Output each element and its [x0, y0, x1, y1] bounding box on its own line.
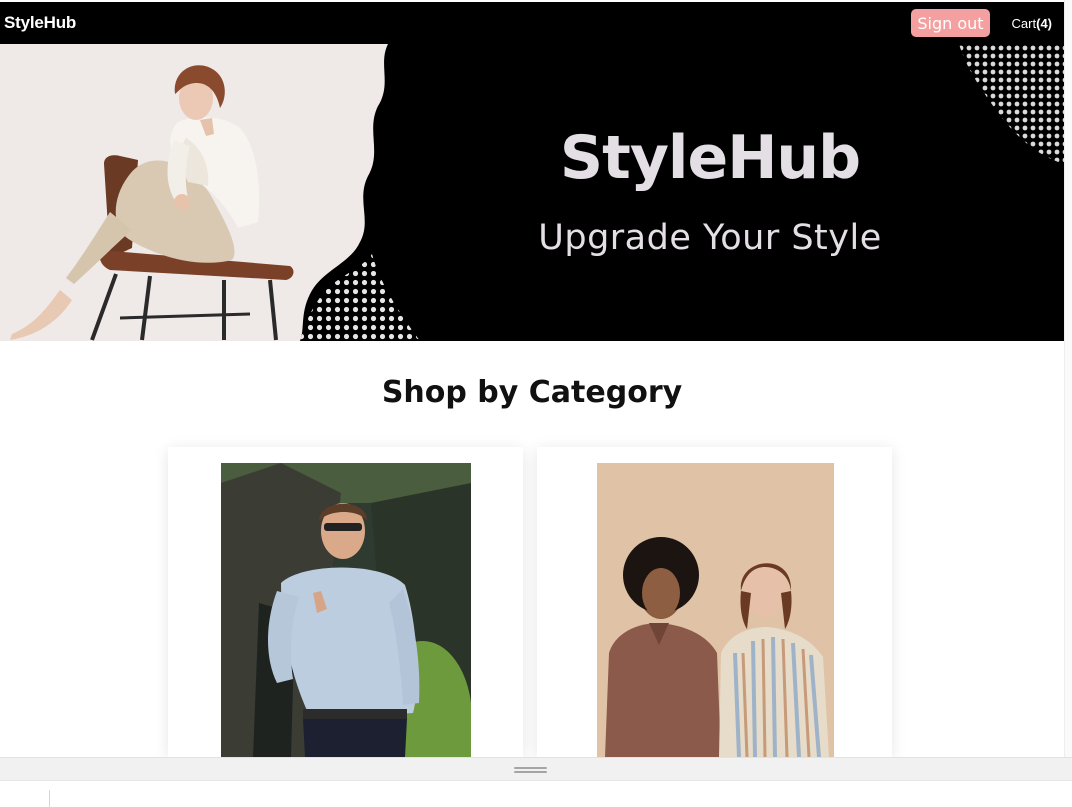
hero-title: StyleHub	[559, 122, 861, 193]
hero-tagline: Upgrade Your Style	[538, 217, 882, 258]
bottom-panel-divider	[49, 790, 50, 807]
cart-count: (4)	[1036, 15, 1052, 31]
hero-banner: StyleHub Upgrade Your Style	[0, 44, 1064, 341]
halftone-decoration	[959, 44, 1064, 164]
category-heading: Shop by Category	[381, 375, 683, 410]
panel-resize-bar[interactable]	[0, 757, 1072, 781]
cart-link[interactable]: Cart(4)	[1012, 16, 1052, 31]
hero-model-photo	[0, 44, 420, 341]
top-navbar: StyleHub Sign out Cart(4)	[0, 2, 1064, 44]
navbar-actions: Sign out Cart(4)	[911, 9, 1052, 37]
page-scrollbar[interactable]	[1064, 0, 1072, 757]
women-category-photo[interactable]	[597, 463, 834, 757]
brand-logo-link[interactable]: StyleHub	[4, 13, 76, 33]
men-category-photo[interactable]	[221, 463, 471, 757]
category-card-women[interactable]	[537, 447, 892, 757]
category-card-men[interactable]	[168, 447, 523, 757]
cart-label: Cart	[1011, 15, 1037, 31]
bottom-panel	[0, 781, 1072, 807]
hero-text-block: StyleHub Upgrade Your Style	[500, 44, 920, 341]
drag-handle-icon[interactable]	[514, 767, 547, 773]
sign-out-button[interactable]: Sign out	[911, 9, 990, 37]
